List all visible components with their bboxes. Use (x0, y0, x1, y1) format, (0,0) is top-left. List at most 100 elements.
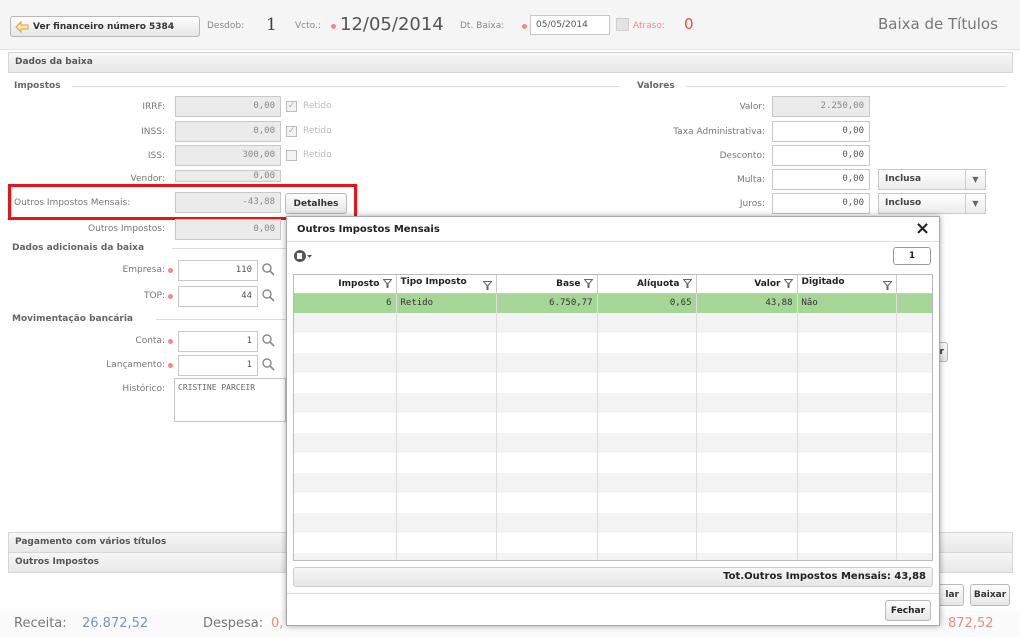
filter-icon[interactable] (482, 281, 492, 291)
divider (172, 248, 286, 249)
search-icon[interactable] (262, 358, 275, 371)
empty-row (294, 453, 932, 473)
modal-title: Outros Impostos Mensais (297, 224, 440, 235)
empty-row (294, 353, 932, 373)
col-aliquota[interactable]: Alíquota (597, 275, 697, 294)
saldo-value: 872,52 (948, 616, 994, 631)
cell-aliquota: 0,65 (597, 293, 697, 313)
taxa-input[interactable]: 0,00 (772, 121, 870, 142)
multa-select[interactable]: Inclusa ▼ (878, 169, 986, 190)
empty-row (294, 393, 932, 413)
juros-input[interactable]: 0,00 (772, 193, 870, 214)
empresa-input[interactable]: 110 (178, 260, 258, 281)
cell-base: 6.750,77 (496, 293, 598, 313)
empty-row (294, 313, 932, 333)
fechar-button[interactable]: Fechar (885, 600, 931, 621)
dtbaixa-input[interactable]: 05/05/2014 (530, 15, 610, 35)
iss-label: ISS: (147, 151, 165, 161)
empty-row (294, 413, 932, 433)
close-icon[interactable]: × (915, 218, 930, 239)
juros-select[interactable]: Incluso ▼ (878, 193, 986, 214)
vcto-value: 12/05/2014 (340, 14, 444, 35)
filter-icon[interactable] (382, 278, 392, 288)
search-icon[interactable] (262, 263, 275, 276)
irrf-retido-label: Retido (303, 101, 332, 111)
col-extra (896, 275, 932, 294)
required-dot (168, 363, 173, 368)
inss-retido-label: Retido (303, 126, 332, 136)
filter-icon[interactable] (882, 281, 892, 291)
filter-icon[interactable] (583, 278, 593, 288)
col-base[interactable]: Base (496, 275, 598, 294)
despesa-value: 0, (271, 616, 284, 631)
desconto-label: Desconto: (719, 151, 765, 161)
page-number[interactable]: 1 (893, 247, 931, 265)
valor-input[interactable]: 2.250,00 (772, 96, 870, 117)
historico-text: CRISTINE PARCEIR (178, 383, 256, 392)
desdob-label: Desdob: (207, 21, 245, 31)
vendor-input[interactable]: 0,00 (175, 170, 281, 182)
irrf-input[interactable]: 0,00 (175, 96, 281, 117)
inss-label: INSS: (141, 127, 165, 137)
empty-row (294, 473, 932, 493)
empty-row (294, 433, 932, 453)
filter-icon[interactable] (783, 278, 793, 288)
modal-footer-divider (287, 593, 939, 594)
top-label: TOP: (143, 291, 165, 301)
cell-extra (896, 293, 932, 313)
divider (156, 319, 286, 320)
iss-retido-checkbox[interactable] (286, 150, 297, 161)
table-row[interactable]: 6 Retido 6.750,77 0,65 43,88 Não (294, 293, 932, 313)
required-dot (331, 24, 336, 29)
search-icon[interactable] (262, 334, 275, 347)
divider (72, 86, 620, 87)
cell-digitado: Não (797, 293, 897, 313)
inss-retido-checkbox[interactable]: ✓ (286, 126, 297, 137)
page-title: Baixa de Títulos (878, 15, 998, 33)
total-text: Tot.Outros Impostos Mensais: 43,88 (723, 571, 926, 582)
dtbaixa-label: Dt. Baixa: (460, 21, 505, 31)
top-input[interactable]: 44 (178, 286, 258, 307)
col-imposto[interactable]: Imposto (294, 275, 397, 294)
irrf-retido-checkbox[interactable]: ✓ (286, 101, 297, 112)
iss-input[interactable]: 300,00 (175, 145, 281, 166)
search-icon[interactable] (262, 289, 275, 302)
highlight-box (8, 184, 357, 220)
empty-row (294, 533, 932, 553)
lancamento-input[interactable]: 1 (178, 355, 258, 376)
required-dot (168, 294, 173, 299)
col-digitado[interactable]: Digitado (797, 275, 897, 294)
vcto-label: Vcto.: (295, 21, 321, 31)
cell-imposto: 6 (294, 293, 397, 313)
multa-input[interactable]: 0,00 (772, 169, 870, 190)
outros-label: Outros Impostos: (88, 224, 165, 234)
total-bar: Tot.Outros Impostos Mensais: 43,88 (293, 567, 933, 587)
vendor-label: Vendor: (130, 174, 166, 184)
calendar-icon[interactable] (616, 18, 629, 31)
taxa-label: Taxa Administrativa: (673, 127, 765, 137)
desconto-input[interactable]: 0,00 (772, 145, 870, 166)
filter-icon[interactable] (682, 278, 692, 288)
dados-baixa-header[interactable]: Dados da baixa (8, 52, 1013, 73)
despesa-label: Despesa: (203, 616, 264, 631)
chevron-down-icon: ▼ (965, 194, 985, 213)
grid-settings-icon[interactable] (293, 248, 313, 264)
view-financial-button[interactable]: Ver financeiro número 5384 (10, 16, 200, 37)
outros-input[interactable]: 0,00 (175, 219, 281, 240)
historico-textarea[interactable]: CRISTINE PARCEIR (174, 378, 286, 422)
col-tipo-imposto[interactable]: Tipo Imposto (396, 275, 497, 294)
empty-row (294, 553, 932, 560)
receita-value: 26.872,52 (82, 616, 149, 631)
required-dot (168, 339, 173, 344)
col-valor[interactable]: Valor (696, 275, 798, 294)
multa-label: Multa: (736, 175, 765, 185)
partial-button-label: r (939, 347, 944, 357)
empresa-label: Empresa: (122, 265, 165, 275)
inss-input[interactable]: 0,00 (175, 121, 281, 142)
baixar-button[interactable]: Baixar (970, 584, 1010, 606)
tax-grid: Imposto Tipo Imposto Base Alíquota Valor… (293, 274, 933, 561)
adicionais-title: Dados adicionais da baixa (12, 243, 145, 253)
divider (686, 86, 1006, 87)
movimentacao-title: Movimentação bancária (12, 314, 134, 324)
conta-input[interactable]: 1 (178, 331, 258, 352)
